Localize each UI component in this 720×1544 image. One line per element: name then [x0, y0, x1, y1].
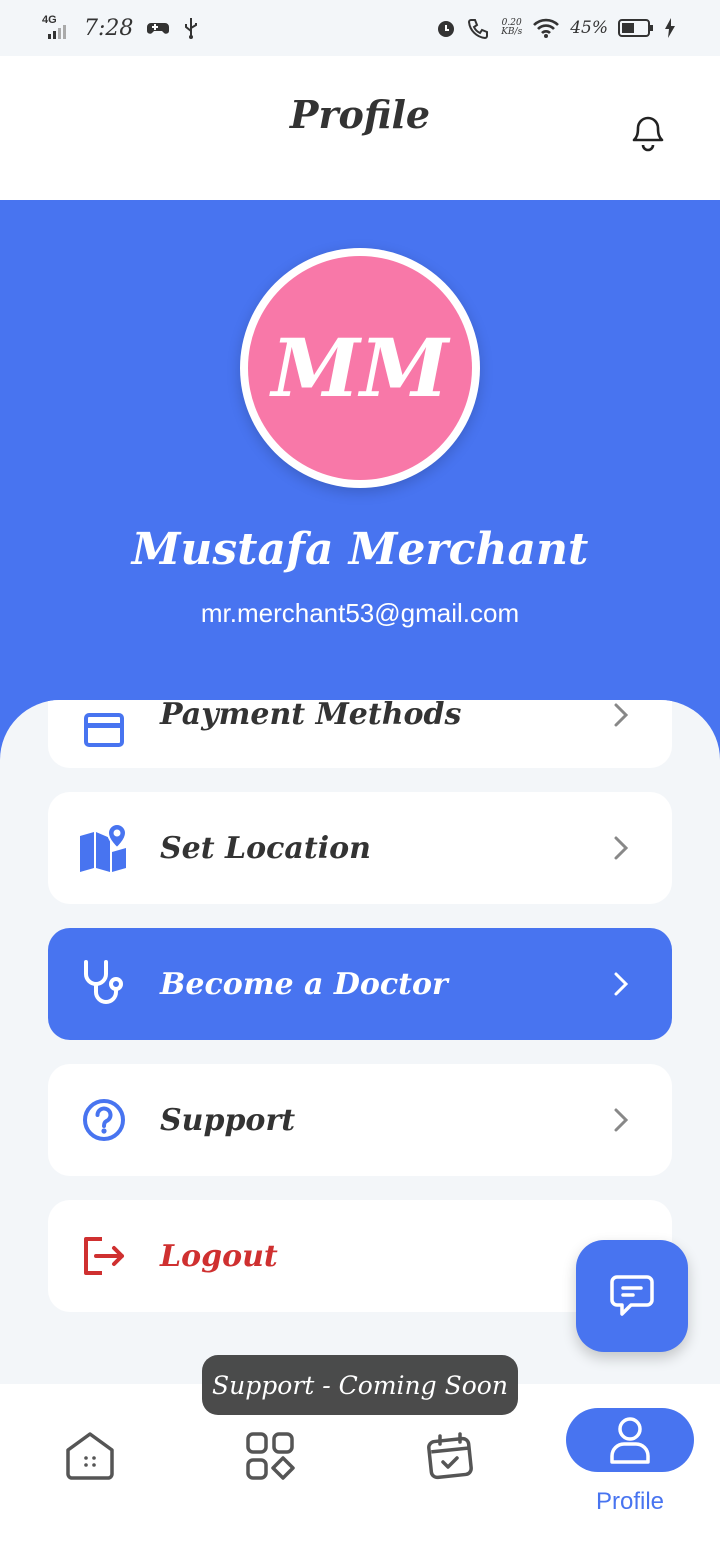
menu-item-set-location[interactable]: Set Location — [48, 792, 672, 904]
user-icon — [610, 1417, 650, 1464]
menu-item-payment-methods[interactable]: Payment Methods — [48, 700, 672, 768]
chevron-right-icon — [614, 836, 629, 860]
status-bar: 4G 7:28 0.20 KB/s 45% — [0, 0, 720, 56]
network-speed: 0.20 KB/s — [501, 19, 522, 37]
map-pin-icon — [78, 822, 130, 874]
signal-icon — [48, 25, 66, 39]
page-title: Profile — [289, 92, 431, 137]
chevron-right-icon — [614, 703, 629, 727]
battery-percent: 45% — [570, 18, 608, 38]
stethoscope-icon — [78, 958, 130, 1010]
signal-indicator: 4G — [42, 14, 70, 40]
status-time: 7:28 — [84, 15, 134, 41]
menu-item-support[interactable]: Support — [48, 1064, 672, 1176]
menu-item-label: Payment Methods — [160, 700, 462, 732]
usb-icon — [185, 18, 198, 39]
home-icon — [66, 1432, 114, 1480]
menu-item-label: Set Location — [160, 830, 371, 866]
chevron-right-icon — [614, 972, 629, 996]
wifi-call-icon — [468, 19, 489, 39]
question-circle-icon — [78, 1094, 130, 1146]
calendar-icon — [427, 1432, 473, 1480]
nav-item-profile[interactable] — [566, 1408, 694, 1472]
menu-item-label: Become a Doctor — [160, 966, 448, 1002]
menu-item-label: Logout — [160, 1238, 278, 1274]
charging-icon — [665, 18, 675, 38]
chevron-right-icon — [614, 1108, 629, 1132]
logout-icon — [78, 1230, 130, 1282]
bell-icon[interactable] — [626, 106, 670, 154]
network-speed-unit: KB/s — [501, 27, 523, 37]
wifi-icon — [533, 18, 560, 38]
avatar-frame: MM — [240, 248, 480, 488]
alarm-icon — [438, 21, 455, 37]
chat-icon — [610, 1275, 654, 1316]
menu-item-label: Support — [160, 1102, 296, 1138]
avatar[interactable]: MM — [248, 256, 472, 480]
categories-icon — [246, 1432, 295, 1480]
credit-card-icon — [78, 704, 130, 756]
user-email: mr.merchant53@gmail.com — [200, 598, 520, 628]
menu-item-become-doctor[interactable]: Become a Doctor — [48, 928, 672, 1040]
user-name: Mustafa Merchant — [131, 524, 589, 575]
chat-fab-button[interactable] — [576, 1240, 688, 1352]
battery-icon — [618, 19, 653, 37]
app-header: Profile — [0, 56, 720, 200]
toast-message: Support - Coming Soon — [202, 1355, 518, 1415]
nav-label-profile[interactable]: Profile — [566, 1488, 694, 1516]
nav-item-home[interactable] — [0, 1384, 180, 1544]
game-controller-icon — [147, 23, 170, 34]
